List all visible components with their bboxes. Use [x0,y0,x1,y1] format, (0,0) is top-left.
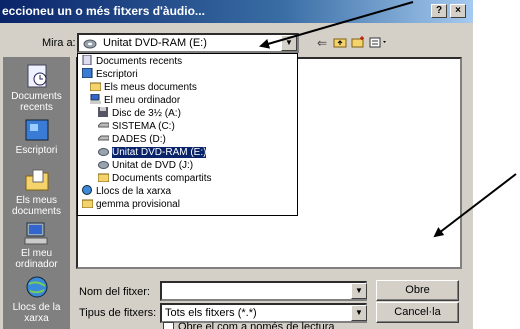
chevron-down-icon[interactable]: ▼ [281,35,297,51]
look-in-value: Unitat DVD-RAM (E:) [103,37,207,49]
my-documents-icon [23,167,51,193]
dropdown-item-drive-d[interactable]: DADES (D:) [97,133,166,145]
dropdown-item-gemma-provisional[interactable]: gemma provisional [81,198,180,210]
look-in-dropdown-list: Documents recents Escriptori Els meus do… [77,53,298,216]
my-computer-icon [23,220,51,246]
dvd-drive-icon [98,159,109,169]
window-title: eccioneu un o més fitxers d'àudio... [2,4,205,18]
places-bar: Documents recents Escriptori Els meus do… [3,57,70,329]
dropdown-item-drive-c[interactable]: SISTEMA (C:) [97,120,175,132]
floppy-icon [98,107,109,117]
dropdown-item-desktop[interactable]: Escriptori [81,67,138,80]
filename-label: Nom del fitxer: [79,286,150,298]
place-my-documents[interactable]: Els meus documents [3,167,70,217]
filetype-label: Tipus de fitxers: [79,307,157,319]
up-folder-icon[interactable] [332,36,348,50]
hard-drive-icon [97,133,110,143]
title-bar[interactable]: eccioneu un o més fitxers d'àudio... ? × [0,0,473,23]
dropdown-item-network[interactable]: Llocs de la xarxa [82,185,171,197]
open-button[interactable]: Obre [376,280,459,301]
help-button[interactable]: ? [431,4,447,18]
dropdown-item-my-documents[interactable]: Els meus documents [89,81,197,93]
chevron-down-icon[interactable]: ▼ [351,283,367,299]
desktop-icon [81,67,93,79]
read-only-checkbox-label: Obre el com a només de lectura [178,321,335,329]
dropdown-item-shared-documents[interactable]: Documents compartits [97,172,211,184]
view-menu-icon[interactable] [368,36,390,50]
read-only-checkbox[interactable] [163,322,174,329]
place-network[interactable]: Llocs de la xarxa [3,274,70,324]
folder-icon [97,172,110,183]
filename-input[interactable] [160,281,367,301]
cancel-button[interactable]: Cancel·la [376,302,459,323]
new-folder-icon[interactable] [350,36,366,50]
computer-icon [90,93,101,104]
dropdown-item-recent-documents[interactable]: Documents recents [82,54,182,67]
recent-documents-icon [23,63,51,89]
dropdown-item-my-computer[interactable]: El meu ordinador [90,93,180,106]
recent-documents-icon [82,54,93,66]
chevron-down-icon[interactable]: ▼ [351,305,367,321]
place-my-computer[interactable]: El meu ordinador [3,220,70,270]
dvd-drive-icon [83,37,97,52]
dropdown-item-dvd-j[interactable]: Unitat de DVD (J:) [98,159,193,171]
close-button[interactable]: × [450,4,466,18]
look-in-label: Mira a: [42,37,76,49]
network-icon [82,185,93,195]
hard-drive-icon [97,120,110,130]
dvd-drive-icon [98,146,109,156]
folder-icon [81,198,94,209]
back-arrow-icon[interactable]: ⇐ [314,36,330,50]
filetype-select[interactable]: Tots els fitxers (*.*) [160,303,367,323]
look-in-combo[interactable]: Unitat DVD-RAM (E:) ▼ [77,33,299,53]
open-file-dialog: eccioneu un o més fitxers d'àudio... ? ×… [0,0,473,329]
place-recent-documents[interactable]: Documents recents [3,63,70,113]
folder-icon [89,81,102,92]
place-desktop[interactable]: Escriptori [3,117,70,156]
dropdown-item-dvd-ram-e[interactable]: Unitat DVD-RAM (E:) [98,146,208,159]
network-places-icon [23,274,51,300]
dropdown-item-floppy[interactable]: Disc de 3½ (A:) [98,107,181,119]
desktop-icon [23,117,51,143]
